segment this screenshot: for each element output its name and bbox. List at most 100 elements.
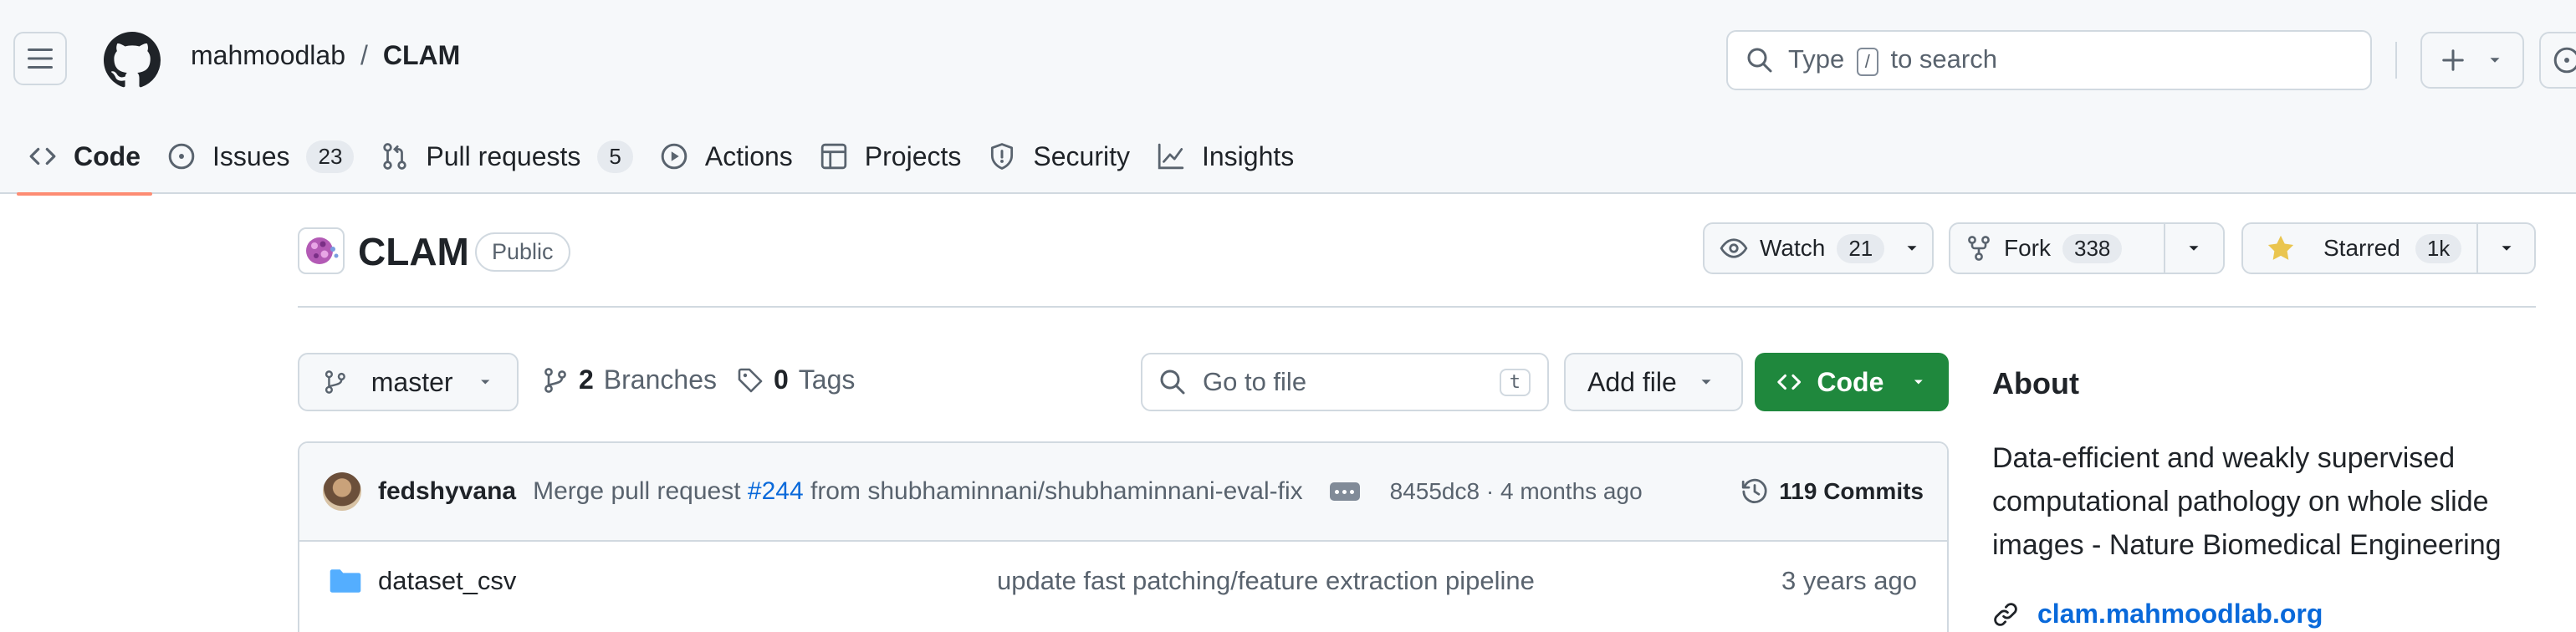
tags-link[interactable]: 0 Tags [737,364,855,395]
eye-icon [1720,238,1748,258]
tab-code[interactable]: Code [15,119,154,196]
fork-dropdown-button[interactable] [2163,224,2223,273]
avatar[interactable] [323,472,361,511]
triangle-down-icon [480,380,489,385]
breadcrumb-owner-link[interactable]: mahmoodlab [191,40,345,71]
tab-issues[interactable]: Issues 23 [154,119,367,194]
code-button[interactable]: Code [1755,353,1949,411]
commit-pr-link[interactable]: #244 [748,477,804,505]
star-label: Starred [2323,235,2400,261]
breadcrumb-separator: / [360,40,368,70]
branches-count: 2 [579,364,594,395]
folder-icon [330,569,361,593]
graph-icon [1158,143,1184,170]
code-icon [1777,374,1802,390]
tab-actions[interactable]: Actions [647,119,806,194]
tab-projects[interactable]: Projects [806,119,975,194]
starred-button[interactable]: Starred 1k [2243,224,2476,273]
issues-count-badge: 23 [306,140,355,173]
commit-age: 4 months ago [1500,478,1643,504]
homepage-link[interactable]: clam.mahmoodlab.org [1992,599,2323,629]
breadcrumb: mahmoodlab / CLAM [191,40,460,71]
watch-button-group: Watch 21 [1703,222,1934,274]
branch-select-button[interactable]: master [298,353,519,411]
link-icon [1994,602,2017,626]
issue-opened-icon [168,143,195,170]
tab-security[interactable]: Security [974,119,1143,194]
repo-title[interactable]: CLAM [358,229,469,274]
star-button-group: Starred 1k [2241,222,2536,274]
triangle-down-icon [2502,246,2512,251]
commits-history-link[interactable]: 119 Commits [1740,477,1924,506]
visibility-badge: Public [475,232,570,272]
tab-issues-label: Issues [212,140,290,171]
table-row: dataset_csv update fast patching/feature… [299,542,1947,620]
tags-label: Tags [798,364,856,395]
pull-requests-count-badge: 5 [597,140,633,173]
tab-security-label: Security [1033,140,1130,171]
search-icon [1747,48,1772,73]
commits-count-label: 119 Commits [1779,478,1924,504]
git-branch-icon [325,370,345,394]
tag-icon [738,368,763,392]
tab-projects-label: Projects [864,140,962,171]
triangle-down-icon [2189,246,2199,251]
tab-code-label: Code [74,140,141,171]
tab-pull-requests-label: Pull requests [426,140,581,171]
add-file-label: Add file [1587,366,1677,397]
your-issues-button[interactable] [2539,32,2576,89]
table-icon [820,143,846,170]
commit-message[interactable]: Merge pull request #244 from shubhaminna… [533,477,1303,506]
go-to-file-placeholder: Go to file [1203,367,1307,396]
tab-insights[interactable]: Insights [1143,119,1307,194]
breadcrumb-repo-link[interactable]: CLAM [383,40,460,71]
play-icon [661,143,687,170]
star-lists-dropdown-button[interactable] [2476,224,2534,273]
hamburger-icon [28,48,53,69]
triangle-down-icon[interactable] [1903,239,1921,257]
branch-name: master [371,366,453,397]
history-icon [1742,478,1767,503]
commit-author-link[interactable]: fedshyvana [378,477,516,506]
shield-icon [991,143,1014,170]
watch-label: Watch [1760,235,1826,261]
watch-button[interactable]: Watch 21 [1705,224,1899,273]
about-heading: About [1992,366,2079,400]
add-file-button[interactable]: Add file [1564,353,1743,411]
homepage-url: clam.mahmoodlab.org [2037,599,2323,629]
go-to-file-input[interactable]: Go to file t [1141,353,1549,411]
go-to-file-shortcut-key: t [1499,368,1531,396]
github-logo-icon[interactable] [104,32,161,89]
tab-insights-label: Insights [1201,140,1295,171]
tags-count: 0 [773,364,789,395]
about-description: Data-efficient and weakly supervised com… [1992,442,2502,561]
hamburger-menu-button[interactable] [13,32,67,85]
fork-button[interactable]: Fork 338 [1950,224,2164,273]
file-browser: fedshyvana Merge pull request #244 from … [298,441,1949,632]
repo-owner-avatar[interactable] [298,227,345,274]
file-commit-message-link[interactable]: update fast patching/feature extraction … [997,566,1535,596]
branches-label: Branches [603,364,717,395]
branches-link[interactable]: 2 Branches [542,364,717,395]
triangle-down-icon [1701,380,1711,385]
create-new-button[interactable] [2420,32,2524,89]
global-header: mahmoodlab / CLAM Type / to search Code … [0,0,2576,196]
code-icon [29,147,56,166]
expand-commit-message-button[interactable] [1329,482,1360,501]
branches-tags-summary: 2 Branches 0 Tags [542,364,855,395]
file-name-link[interactable]: dataset_csv [378,566,997,596]
repo-forked-icon [1968,236,1990,261]
git-pull-request-icon [383,143,407,170]
fork-label: Fork [2004,235,2051,261]
triangle-down-icon [2490,58,2500,63]
star-fill-icon [2267,235,2294,260]
commit-meta: 8455dc8 · 4 months ago [1389,478,1643,504]
star-count: 1k [2415,233,2462,263]
commit-sha-link[interactable]: 8455dc8 [1390,478,1480,504]
search-shortcut-key: / [1856,48,1878,76]
global-search-input[interactable]: Type / to search [1726,30,2372,90]
plus-icon [2442,49,2464,71]
search-placeholder: Type / to search [1788,44,1997,76]
tab-pull-requests[interactable]: Pull requests 5 [367,119,646,194]
search-icon [1160,370,1185,395]
